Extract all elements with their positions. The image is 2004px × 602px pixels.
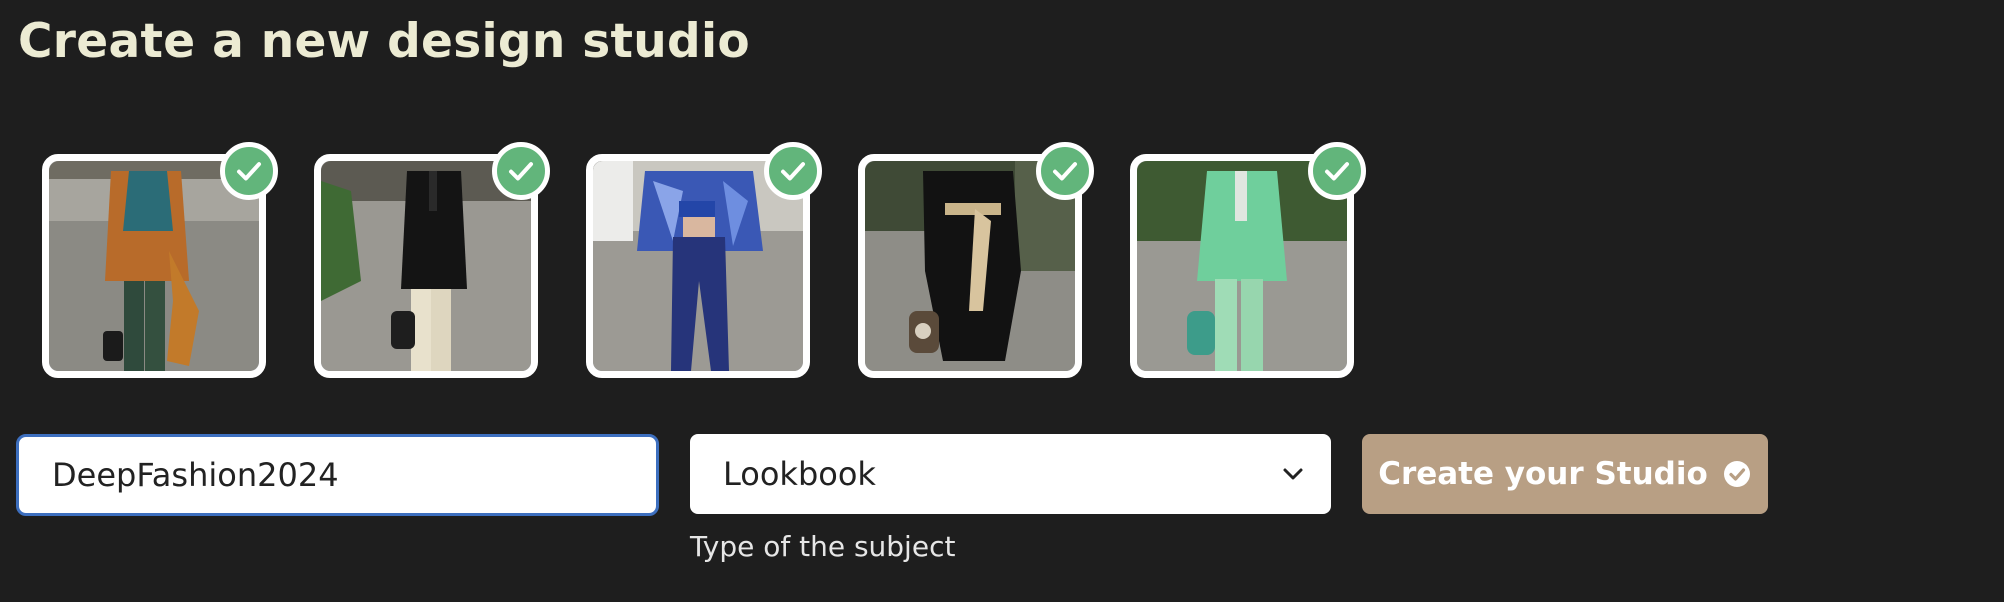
create-studio-button-label: Create your Studio bbox=[1378, 456, 1708, 492]
check-circle-icon bbox=[1723, 461, 1750, 487]
check-icon bbox=[237, 162, 261, 181]
studio-name-input[interactable] bbox=[16, 434, 659, 516]
thumbnail-image bbox=[593, 161, 803, 371]
check-icon bbox=[781, 162, 805, 181]
thumbnail-2[interactable] bbox=[314, 142, 550, 378]
check-icon bbox=[1053, 162, 1077, 181]
thumbnail-image bbox=[865, 161, 1075, 371]
subject-type-value: Lookbook bbox=[723, 455, 876, 493]
thumbnail-image bbox=[1137, 161, 1347, 371]
selected-check-badge bbox=[1308, 142, 1366, 200]
selected-check-badge bbox=[764, 142, 822, 200]
selected-check-badge bbox=[220, 142, 278, 200]
thumbnail-4[interactable] bbox=[858, 142, 1094, 378]
selected-check-badge bbox=[492, 142, 550, 200]
thumbnail-image bbox=[321, 161, 531, 371]
thumbnail-3[interactable] bbox=[586, 142, 822, 378]
check-icon bbox=[509, 162, 533, 181]
check-icon bbox=[1325, 162, 1349, 181]
thumbnail-1[interactable] bbox=[42, 142, 278, 378]
selected-check-badge bbox=[1036, 142, 1094, 200]
create-studio-button[interactable]: Create your Studio bbox=[1362, 434, 1768, 514]
thumbnail-image bbox=[49, 161, 259, 371]
page-title: Create a new design studio bbox=[18, 14, 750, 69]
subject-type-select[interactable]: Lookbook bbox=[690, 434, 1331, 514]
subject-type-helper-text: Type of the subject bbox=[690, 530, 956, 563]
create-studio-page: Create a new design studio DeepFashion20… bbox=[0, 0, 2004, 602]
chevron-down-icon bbox=[1283, 468, 1303, 480]
thumbnail-5[interactable] bbox=[1130, 142, 1366, 378]
